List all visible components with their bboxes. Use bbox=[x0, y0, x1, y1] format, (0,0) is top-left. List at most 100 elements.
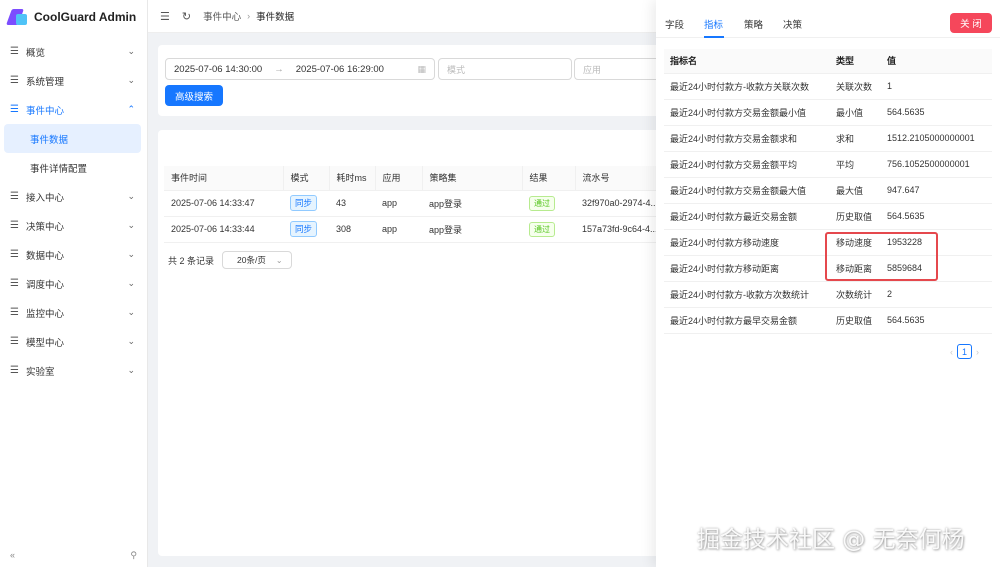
metric-type: 关联次数 bbox=[830, 73, 881, 100]
cost-ms: 308 bbox=[329, 216, 375, 243]
table-pagination: 共 2 条记录 20条/页 ⌄ bbox=[168, 251, 293, 269]
menu-lines-icon: ☰ bbox=[10, 336, 19, 347]
metric-type: 平均 bbox=[830, 151, 881, 178]
policy-set: app登录 bbox=[422, 190, 522, 217]
sidebar-item-label: 决策中心 bbox=[26, 221, 65, 233]
metric-name: 最近24小时付款方移动距离 bbox=[664, 255, 830, 282]
search-card: 2025-07-06 14:30:00 → 2025-07-06 16:29:0… bbox=[158, 45, 678, 116]
sidebar-item-schedule[interactable]: ☰ 调度中心 ⌄ bbox=[0, 269, 147, 298]
detail-drawer: 字段 指标 策略 决策 关 闭 指标名 类型 值 最近24小时付款方-收款方关联… bbox=[656, 0, 1000, 567]
menu-toggle-icon[interactable]: ☰ bbox=[160, 10, 170, 23]
active-tab-indicator bbox=[704, 36, 724, 38]
app-name: app bbox=[375, 216, 422, 243]
advanced-search-button[interactable]: 高级搜索 bbox=[165, 85, 224, 106]
metric-name: 最近24小时付款方-收款方次数统计 bbox=[664, 281, 830, 308]
metric-name: 最近24小时付款方交易金额最大值 bbox=[664, 177, 830, 204]
chevron-left-icon[interactable]: ‹ bbox=[950, 347, 953, 357]
sidebar-item-access[interactable]: ☰ 接入中心 ⌄ bbox=[0, 182, 147, 211]
sidebar-item-label: 事件中心 bbox=[26, 105, 65, 117]
chevron-right-icon: › bbox=[247, 11, 251, 21]
date-range-picker[interactable]: 2025-07-06 14:30:00 → 2025-07-06 16:29:0… bbox=[165, 58, 435, 80]
metric-name: 最近24小时付款方交易金额平均 bbox=[664, 151, 830, 178]
metric-type: 历史取值 bbox=[830, 203, 881, 230]
highlight-annotation bbox=[825, 232, 938, 281]
chevron-down-icon: ⌄ bbox=[127, 307, 135, 317]
metrics-pagination: ‹ 1 › bbox=[946, 344, 983, 359]
sidebar-item-decision[interactable]: ☰ 决策中心 ⌄ bbox=[0, 211, 147, 240]
chevron-right-icon[interactable]: › bbox=[976, 347, 979, 357]
table-row: 最近24小时付款方-收款方次数统计 次数统计 2 bbox=[664, 281, 992, 308]
total-records: 共 2 条记录 bbox=[168, 255, 215, 266]
metric-type: 历史取值 bbox=[830, 307, 881, 334]
sidebar-item-system[interactable]: ☰ 系统管理 ⌄ bbox=[0, 66, 147, 95]
collapse-icon[interactable]: « bbox=[10, 550, 15, 561]
end-time[interactable]: 2025-07-06 16:29:00 bbox=[296, 64, 384, 75]
chevron-down-icon: ⌄ bbox=[127, 75, 135, 85]
tab-policies[interactable]: 策略 bbox=[744, 17, 763, 31]
result-tag: 通过 bbox=[529, 195, 555, 211]
start-time[interactable]: 2025-07-06 14:30:00 bbox=[174, 64, 262, 75]
page-size-select[interactable]: 20条/页 ⌄ bbox=[222, 251, 293, 269]
sidebar-item-label: 数据中心 bbox=[26, 250, 65, 262]
metric-value: 756.1052500000001 bbox=[881, 151, 992, 178]
table-header-row: 事件时间 模式 耗时ms 应用 策略集 结果 流水号 bbox=[164, 166, 678, 191]
events-table-card: 事件时间 模式 耗时ms 应用 策略集 结果 流水号 2025-07-06 14… bbox=[158, 130, 678, 556]
table-row: 最近24小时付款方最近交易金额 历史取值 564.5635 bbox=[664, 203, 992, 230]
breadcrumb: 事件中心 › 事件数据 bbox=[203, 9, 294, 23]
cost-ms: 43 bbox=[329, 190, 375, 217]
menu-lines-icon: ☰ bbox=[10, 191, 19, 202]
sidebar-item-overview[interactable]: ☰ 概览 ⌄ bbox=[0, 37, 147, 66]
result-tag: 通过 bbox=[529, 221, 555, 237]
metric-value: 1512.2105000000001 bbox=[881, 125, 992, 152]
metric-name: 最近24小时付款方最近交易金额 bbox=[664, 203, 830, 230]
chevron-down-icon: ⌄ bbox=[127, 191, 135, 201]
calendar-icon: ▦ bbox=[417, 63, 426, 74]
sidebar-item-label: 模型中心 bbox=[26, 337, 65, 349]
menu-lines-icon: ☰ bbox=[10, 220, 19, 231]
sidebar-item-lab[interactable]: ☰ 实验室 ⌄ bbox=[0, 356, 147, 385]
metric-type: 次数统计 bbox=[830, 281, 881, 308]
sidebar-item-events[interactable]: ☰ 事件中心 ⌃ bbox=[0, 95, 147, 124]
metric-value: 947.647 bbox=[881, 177, 992, 204]
page-size-value: 20条/页 bbox=[237, 255, 266, 265]
logo[interactable]: CoolGuard Admin bbox=[0, 0, 147, 34]
mode-tag: 同步 bbox=[290, 221, 318, 237]
breadcrumb-item[interactable]: 事件中心 bbox=[203, 9, 241, 23]
metric-value: 2 bbox=[881, 281, 992, 308]
chevron-down-icon: ⌄ bbox=[127, 336, 135, 346]
metric-name: 最近24小时付款方交易金额最小值 bbox=[664, 99, 830, 126]
mode-tag: 同步 bbox=[290, 195, 318, 211]
metric-name: 最近24小时付款方移动速度 bbox=[664, 229, 830, 256]
sidebar-subitem-event-detail-config[interactable]: 事件详情配置 bbox=[4, 153, 141, 182]
close-button[interactable]: 关 闭 bbox=[950, 13, 992, 33]
sidebar-item-data[interactable]: ☰ 数据中心 ⌄ bbox=[0, 240, 147, 269]
column-header: 耗时ms bbox=[329, 166, 376, 191]
chevron-down-icon: ⌄ bbox=[127, 220, 135, 230]
mode-select[interactable]: 模式 bbox=[438, 58, 572, 80]
tab-decisions[interactable]: 决策 bbox=[783, 17, 802, 31]
tab-metrics[interactable]: 指标 bbox=[704, 17, 723, 31]
metric-type: 最小值 bbox=[830, 99, 881, 126]
table-row: 最近24小时付款方交易金额最小值 最小值 564.5635 bbox=[664, 99, 992, 126]
table-row[interactable]: 2025-07-06 14:33:47 同步 43 app app登录 通过 3… bbox=[164, 190, 678, 217]
sidebar-subitem-event-data[interactable]: 事件数据 bbox=[4, 124, 141, 153]
pin-icon[interactable]: ⚲ bbox=[130, 550, 137, 561]
page-number[interactable]: 1 bbox=[957, 344, 972, 359]
refresh-icon[interactable]: ↻ bbox=[182, 10, 191, 23]
menu-lines-icon: ☰ bbox=[10, 278, 19, 289]
tab-fields[interactable]: 字段 bbox=[665, 17, 684, 31]
column-header: 值 bbox=[881, 49, 992, 74]
column-header: 指标名 bbox=[664, 49, 830, 74]
metric-name: 最近24小时付款方最早交易金额 bbox=[664, 307, 830, 334]
sidebar-item-model[interactable]: ☰ 模型中心 ⌄ bbox=[0, 327, 147, 356]
table-row[interactable]: 2025-07-06 14:33:44 同步 308 app app登录 通过 … bbox=[164, 216, 678, 243]
app-name: app bbox=[375, 190, 422, 217]
sidebar-item-monitor[interactable]: ☰ 监控中心 ⌄ bbox=[0, 298, 147, 327]
metric-value: 1 bbox=[881, 73, 992, 100]
metric-value: 564.5635 bbox=[881, 203, 992, 230]
chevron-up-icon: ⌃ bbox=[127, 104, 135, 114]
chevron-down-icon: ⌄ bbox=[127, 365, 135, 375]
metric-type: 求和 bbox=[830, 125, 881, 152]
sidebar-item-label: 监控中心 bbox=[26, 308, 65, 320]
sidebar-item-label: 接入中心 bbox=[26, 192, 65, 204]
